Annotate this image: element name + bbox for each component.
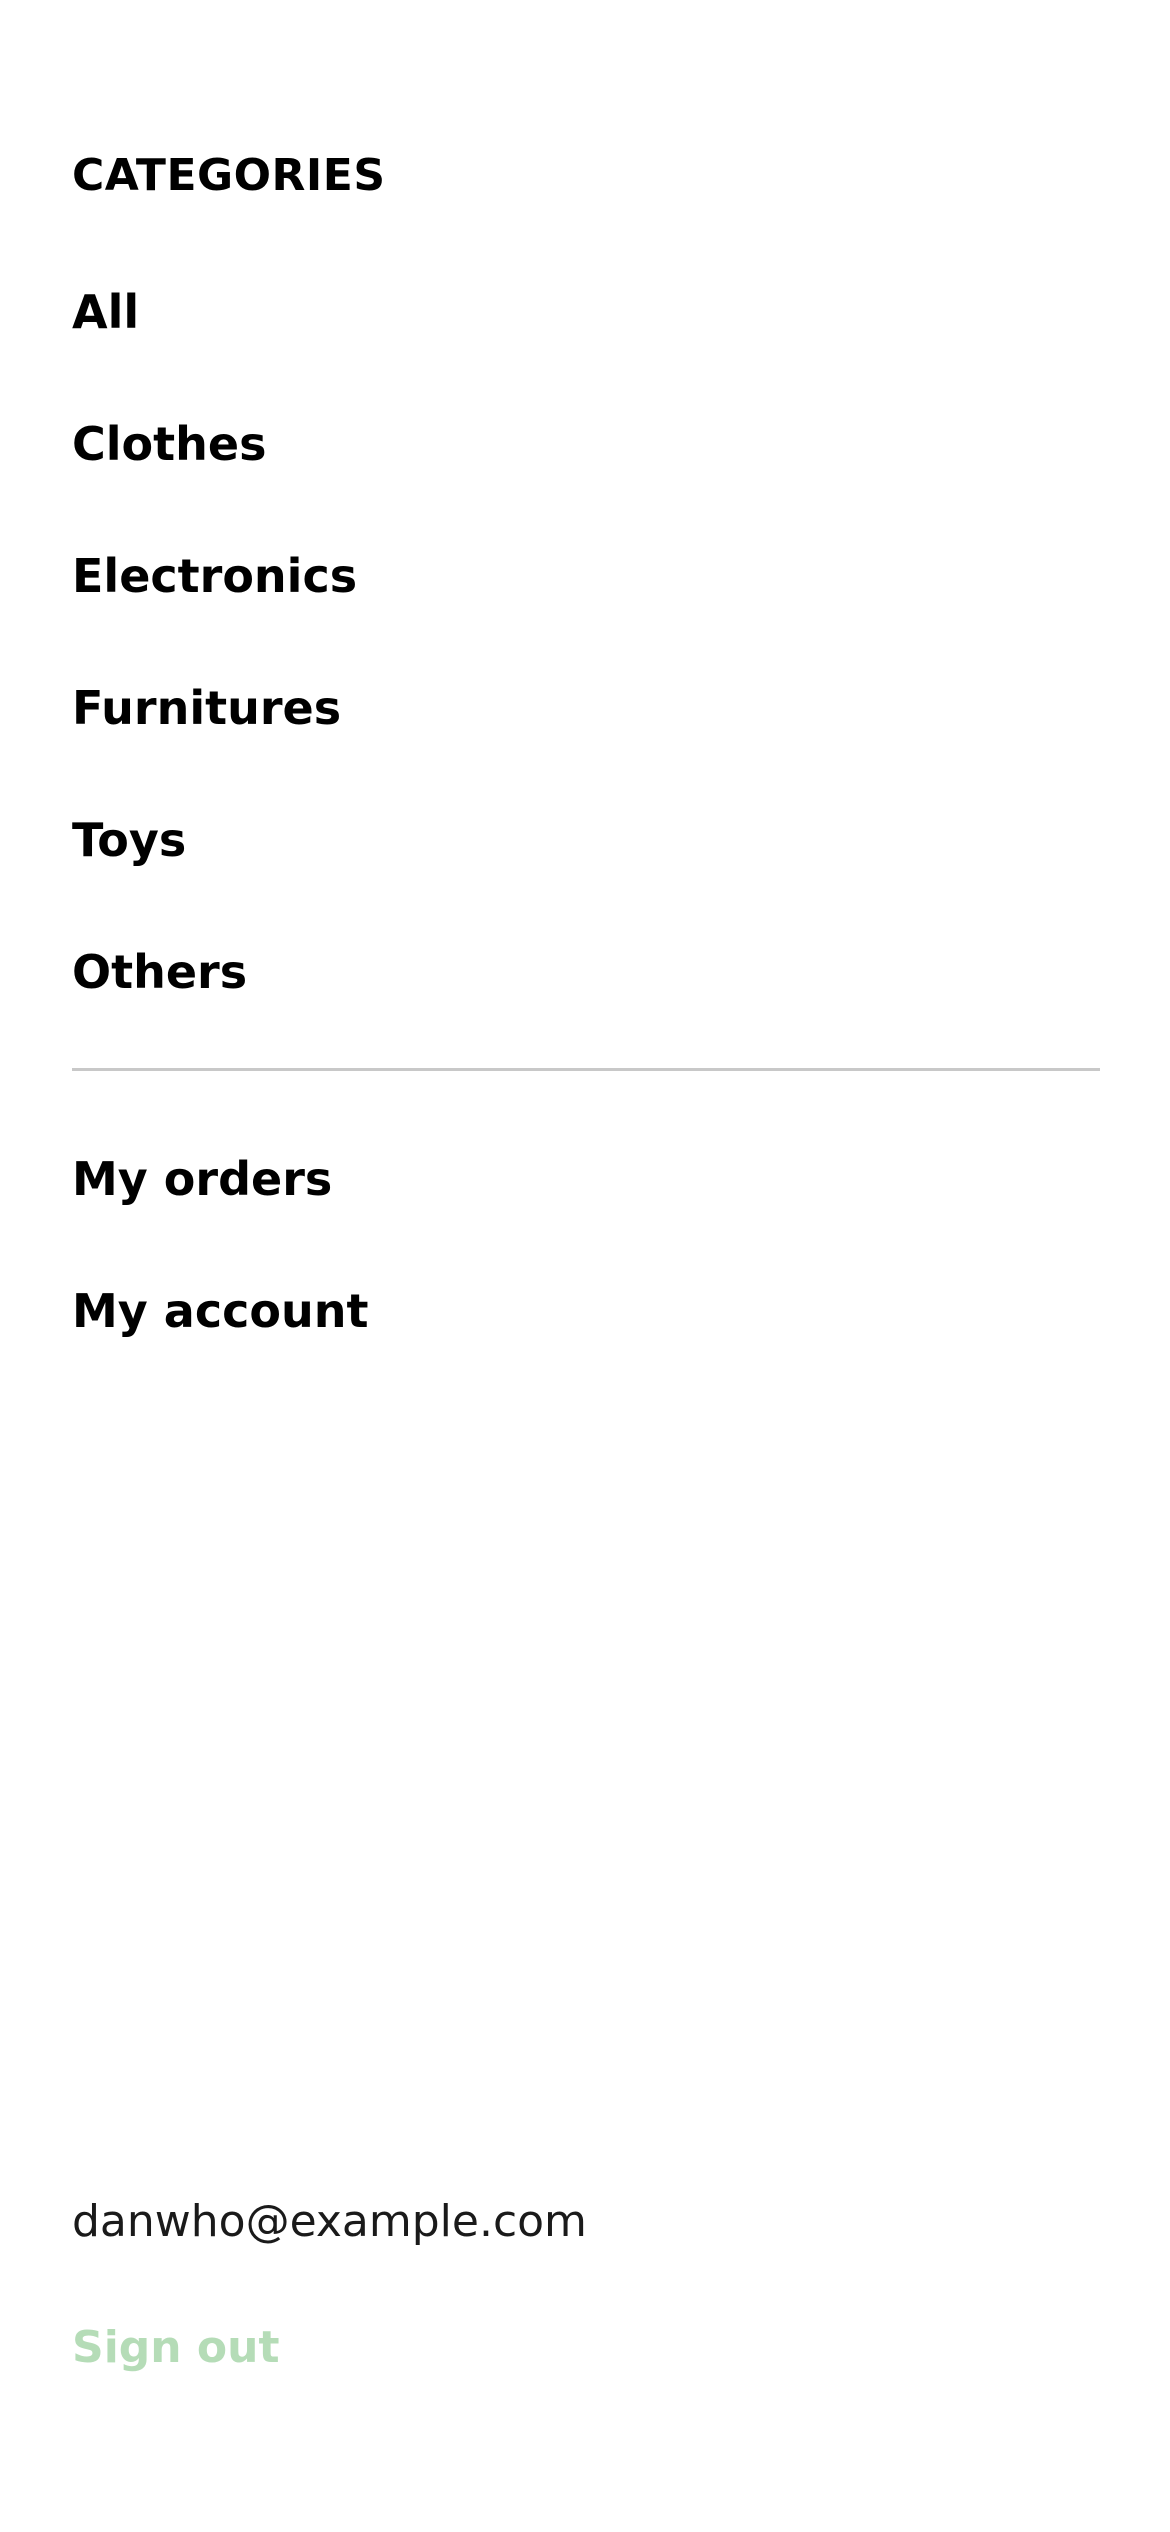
side-menu: CATEGORIES All Clothes Electronics Furni… [72, 0, 1100, 2532]
category-furnitures[interactable]: Furnitures [72, 679, 341, 737]
categories-heading: CATEGORIES [72, 150, 386, 201]
category-toys[interactable]: Toys [72, 811, 186, 869]
category-others[interactable]: Others [72, 943, 247, 1001]
sign-out-button[interactable]: Sign out [72, 2320, 280, 2376]
category-electronics[interactable]: Electronics [72, 547, 357, 605]
menu-divider [72, 1068, 1100, 1071]
category-all[interactable]: All [72, 283, 139, 341]
user-email: danwho@example.com [72, 2196, 587, 2247]
category-clothes[interactable]: Clothes [72, 415, 266, 473]
my-orders-link[interactable]: My orders [72, 1150, 332, 1208]
my-account-link[interactable]: My account [72, 1282, 368, 1340]
